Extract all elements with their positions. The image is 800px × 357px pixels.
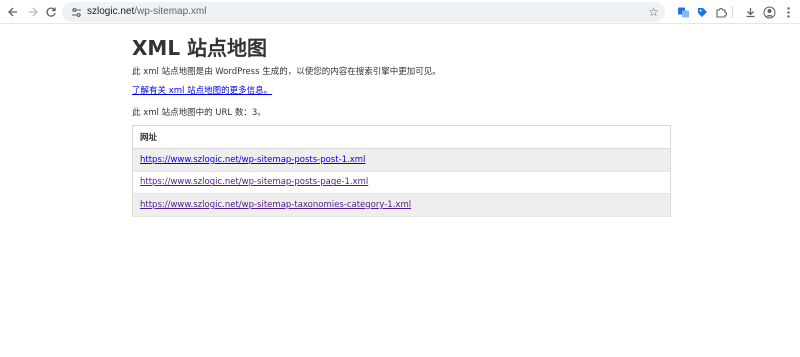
more-vert-icon[interactable] xyxy=(779,3,797,21)
table-row: https://www.szlogic.net/wp-sitemap-posts… xyxy=(132,148,671,172)
tune-icon[interactable] xyxy=(69,5,83,19)
table-cell: https://www.szlogic.net/wp-sitemap-taxon… xyxy=(132,193,671,217)
puzzle-icon[interactable] xyxy=(712,3,730,21)
back-button[interactable] xyxy=(4,3,22,21)
sitemap-url-link[interactable]: https://www.szlogic.net/wp-sitemap-posts… xyxy=(140,155,365,165)
forward-button[interactable] xyxy=(24,3,42,21)
table-header-row: 网址 xyxy=(132,125,671,149)
url-domain: szlogic.net xyxy=(87,6,135,17)
more-info-link[interactable]: 了解有关 xml 站点地图的更多信息。 xyxy=(132,84,272,96)
sitemap-table: 网址 https://www.szlogic.net/wp-sitemap-po… xyxy=(132,125,671,217)
sitemap-description: 此 xml 站点地图是由 WordPress 生成的，以使您的内容在搜索引擎中更… xyxy=(132,67,441,77)
table-cell: https://www.szlogic.net/wp-sitemap-posts… xyxy=(132,148,671,172)
download-icon[interactable] xyxy=(741,3,759,21)
table-row: https://www.szlogic.net/wp-sitemap-posts… xyxy=(132,171,671,194)
page-title: XML 站点地图 xyxy=(132,36,268,60)
browser-toolbar: szlogic.net/wp-sitemap.xml ☆ xyxy=(0,0,800,24)
reload-button[interactable] xyxy=(42,3,60,21)
avatar-icon[interactable] xyxy=(760,3,778,21)
arrow-right-icon xyxy=(29,7,38,17)
star-icon[interactable]: ☆ xyxy=(648,4,659,20)
address-bar[interactable]: szlogic.net/wp-sitemap.xml ☆ xyxy=(62,2,665,22)
url-path: /wp-sitemap.xml xyxy=(134,6,207,17)
column-header-url: 网址 xyxy=(132,125,671,149)
toolbar-divider xyxy=(732,6,733,18)
table-cell: https://www.szlogic.net/wp-sitemap-posts… xyxy=(132,171,671,194)
arrow-left-icon xyxy=(8,7,17,17)
address-url[interactable]: szlogic.net/wp-sitemap.xml xyxy=(87,5,207,19)
tag-icon[interactable] xyxy=(693,3,711,21)
sitemap-url-link[interactable]: https://www.szlogic.net/wp-sitemap-posts… xyxy=(140,177,368,187)
table-row: https://www.szlogic.net/wp-sitemap-taxon… xyxy=(132,193,671,217)
translate-icon[interactable] xyxy=(674,3,692,21)
url-count: 此 xml 站点地图中的 URL 数：3。 xyxy=(132,108,266,118)
reload-icon xyxy=(46,7,56,17)
sitemap-url-link[interactable]: https://www.szlogic.net/wp-sitemap-taxon… xyxy=(140,200,411,210)
